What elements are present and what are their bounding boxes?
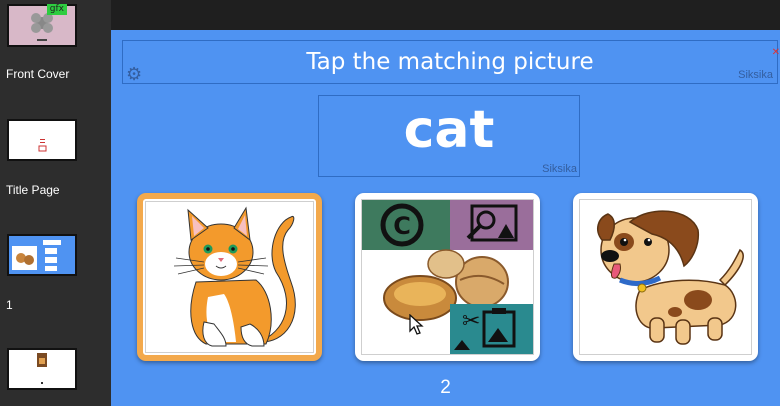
- dog-image: [597, 210, 744, 345]
- close-icon[interactable]: ✕: [772, 47, 780, 58]
- cut-icon: ✂: [462, 309, 480, 334]
- book-page: Tap the matching picture ⚙ Siksika ✕ cat…: [111, 30, 780, 406]
- picture-card-placeholder[interactable]: C ✂: [355, 193, 540, 361]
- mouse-cursor-icon: [409, 314, 424, 335]
- prompt-text-box[interactable]: Tap the matching picture ⚙ Siksika ✕: [122, 40, 780, 84]
- placeholder-image: C ✂: [362, 200, 533, 354]
- picture-card-dog[interactable]: [573, 193, 758, 361]
- thumbnail-page-2[interactable]: [7, 348, 77, 390]
- picture-card-cat[interactable]: [137, 193, 322, 361]
- page-1-preview: [12, 240, 61, 271]
- gear-icon[interactable]: ⚙: [126, 66, 142, 84]
- word-language-label: Siksika: [542, 163, 577, 175]
- page-thumbnail-sidebar: gfx Front Cover Title Page 1: [0, 0, 111, 406]
- prompt-text: Tap the matching picture: [306, 49, 594, 75]
- thumbnail-front-cover[interactable]: gfx: [7, 4, 77, 47]
- prompt-language-label: Siksika: [738, 69, 773, 81]
- target-word: cat: [403, 100, 495, 160]
- gfx-badge: gfx: [46, 4, 67, 15]
- card-image-frame: [579, 199, 752, 355]
- thumbnail-title-page[interactable]: [7, 119, 77, 161]
- card-image-frame: C ✂: [361, 199, 534, 355]
- title-page-preview: [38, 139, 47, 152]
- top-toolbar: [111, 0, 780, 30]
- thumbnail-page-1[interactable]: [7, 234, 77, 276]
- page-2-preview: [37, 353, 47, 384]
- thumbnail-label-front-cover: Front Cover: [6, 67, 70, 81]
- thumbnail-label-page-1: 1: [6, 298, 13, 312]
- copyright-icon: C: [393, 212, 411, 240]
- cat-image: [173, 206, 296, 347]
- card-image-frame: [145, 201, 314, 353]
- target-word-box[interactable]: cat Siksika: [318, 95, 580, 177]
- page-number: 2: [440, 377, 451, 398]
- thumbnail-label-title-page: Title Page: [6, 183, 60, 197]
